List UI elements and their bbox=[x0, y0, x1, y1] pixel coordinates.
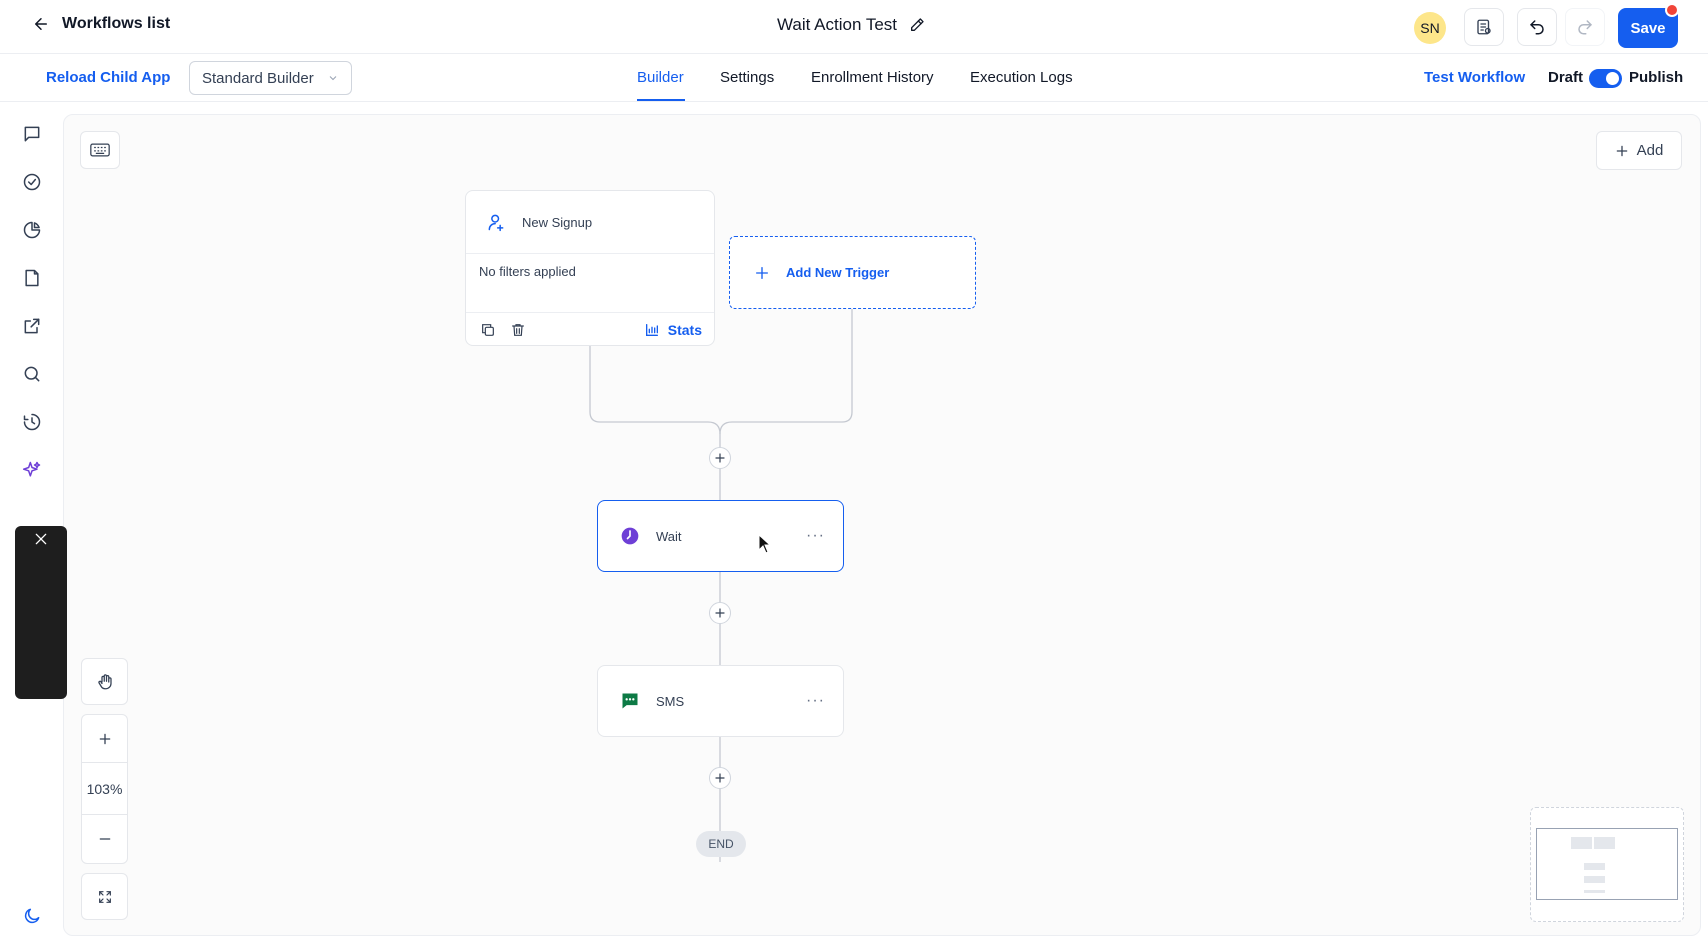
minimap-node bbox=[1571, 837, 1592, 849]
add-step-button[interactable] bbox=[709, 767, 731, 789]
check-circle-icon[interactable] bbox=[21, 171, 43, 193]
user-icon bbox=[488, 214, 504, 232]
tab-builder[interactable]: Builder bbox=[637, 69, 684, 86]
moon-icon[interactable] bbox=[21, 905, 43, 927]
add-new-trigger-label: Add New Trigger bbox=[786, 265, 890, 280]
builder-select-value: Standard Builder bbox=[202, 69, 314, 87]
active-tab-indicator bbox=[637, 99, 685, 101]
hand-icon bbox=[97, 673, 112, 689]
reload-child-app-link[interactable]: Reload Child App bbox=[46, 69, 170, 86]
sparkle-icon[interactable] bbox=[21, 459, 43, 481]
more-options-icon[interactable]: ··· bbox=[806, 692, 825, 710]
workflow-title-text: Wait Action Test bbox=[777, 15, 897, 34]
zoom-out-button[interactable] bbox=[82, 815, 127, 863]
plus-icon bbox=[715, 453, 725, 463]
minimap-node bbox=[1584, 890, 1605, 893]
notes-icon bbox=[1477, 19, 1491, 35]
keyboard-icon bbox=[90, 143, 110, 157]
sms-action-card[interactable]: SMS ··· bbox=[597, 665, 844, 737]
tab-execution-logs[interactable]: Execution Logs bbox=[970, 69, 1073, 86]
minimap-node bbox=[1584, 863, 1605, 870]
add-step-button[interactable] bbox=[709, 602, 731, 624]
add-button-label: Add bbox=[1636, 142, 1664, 159]
notification-dot bbox=[1665, 3, 1679, 17]
undo-button[interactable] bbox=[1517, 8, 1557, 46]
sms-icon bbox=[622, 693, 638, 709]
tab-settings[interactable]: Settings bbox=[720, 69, 774, 86]
minus-icon bbox=[99, 838, 110, 840]
document-icon[interactable] bbox=[21, 267, 43, 289]
plus-icon bbox=[715, 773, 725, 783]
pan-tool-button[interactable] bbox=[81, 658, 128, 705]
add-button[interactable]: Add bbox=[1596, 131, 1682, 170]
wait-action-card[interactable]: Wait ··· bbox=[597, 500, 844, 572]
trigger-footer: Stats bbox=[466, 313, 714, 346]
publish-toggle[interactable] bbox=[1589, 69, 1622, 88]
test-workflow-link[interactable]: Test Workflow bbox=[1424, 69, 1525, 86]
redo-button[interactable] bbox=[1565, 8, 1605, 46]
trash-icon[interactable] bbox=[510, 322, 526, 338]
more-options-icon[interactable]: ··· bbox=[806, 527, 825, 545]
stats-label: Stats bbox=[667, 321, 702, 338]
draft-label: Draft bbox=[1548, 69, 1584, 86]
sub-bar: Reload Child App Standard Builder Builde… bbox=[0, 54, 1708, 102]
pencil-icon[interactable] bbox=[909, 17, 925, 33]
builder-select[interactable]: Standard Builder bbox=[189, 61, 352, 95]
close-icon[interactable] bbox=[33, 531, 49, 547]
plus-icon bbox=[1616, 145, 1627, 156]
minimap[interactable] bbox=[1530, 807, 1684, 922]
plus-icon bbox=[99, 733, 110, 744]
plus-icon bbox=[756, 266, 768, 279]
zoom-level: 103% bbox=[82, 763, 127, 815]
wait-action-name: Wait bbox=[656, 528, 682, 544]
trigger-name: New Signup bbox=[522, 214, 593, 230]
trigger-filter-text: No filters applied bbox=[466, 254, 714, 313]
back-to-workflows-link[interactable]: Workflows list bbox=[32, 15, 170, 33]
tab-enrollment-history[interactable]: Enrollment History bbox=[811, 69, 934, 86]
floating-panel bbox=[15, 526, 67, 699]
sms-action-name: SMS bbox=[656, 693, 685, 709]
minimap-node bbox=[1584, 876, 1605, 883]
add-new-trigger-button[interactable]: Add New Trigger bbox=[729, 236, 976, 309]
zoom-control-group: 103% bbox=[81, 714, 128, 864]
keyboard-shortcuts-button[interactable] bbox=[80, 131, 120, 169]
trigger-header: New Signup bbox=[466, 191, 714, 254]
avatar[interactable]: SN bbox=[1414, 12, 1446, 44]
notes-button[interactable] bbox=[1464, 8, 1504, 46]
clock-icon bbox=[621, 527, 639, 545]
add-step-button[interactable] bbox=[709, 447, 731, 469]
mouse-cursor-icon bbox=[758, 534, 772, 554]
chat-icon[interactable] bbox=[21, 123, 43, 145]
trigger-card[interactable]: New Signup No filters applied Stats bbox=[465, 190, 715, 346]
copy-icon[interactable] bbox=[480, 322, 496, 338]
history-icon[interactable] bbox=[21, 411, 43, 433]
back-label: Workflows list bbox=[62, 15, 171, 32]
stats-button[interactable]: Stats bbox=[644, 322, 702, 338]
plus-icon bbox=[715, 608, 725, 618]
chevron-down-icon bbox=[329, 76, 337, 81]
zoom-in-button[interactable] bbox=[82, 715, 127, 763]
workflow-title: Wait Action Test bbox=[777, 15, 925, 35]
undo-icon bbox=[1530, 20, 1544, 35]
arrow-left-icon bbox=[35, 18, 47, 30]
search-icon[interactable] bbox=[21, 363, 43, 385]
end-node: END bbox=[696, 831, 746, 857]
minimap-node bbox=[1594, 837, 1615, 849]
publish-label: Publish bbox=[1629, 69, 1684, 86]
redo-icon bbox=[1578, 20, 1592, 35]
top-bar: Workflows list Wait Action Test SN Save bbox=[0, 0, 1708, 54]
bar-chart-icon bbox=[645, 323, 658, 336]
fit-view-button[interactable] bbox=[81, 873, 128, 920]
external-link-icon[interactable] bbox=[21, 315, 43, 337]
pie-chart-icon[interactable] bbox=[21, 219, 43, 241]
fit-screen-icon bbox=[98, 890, 111, 903]
